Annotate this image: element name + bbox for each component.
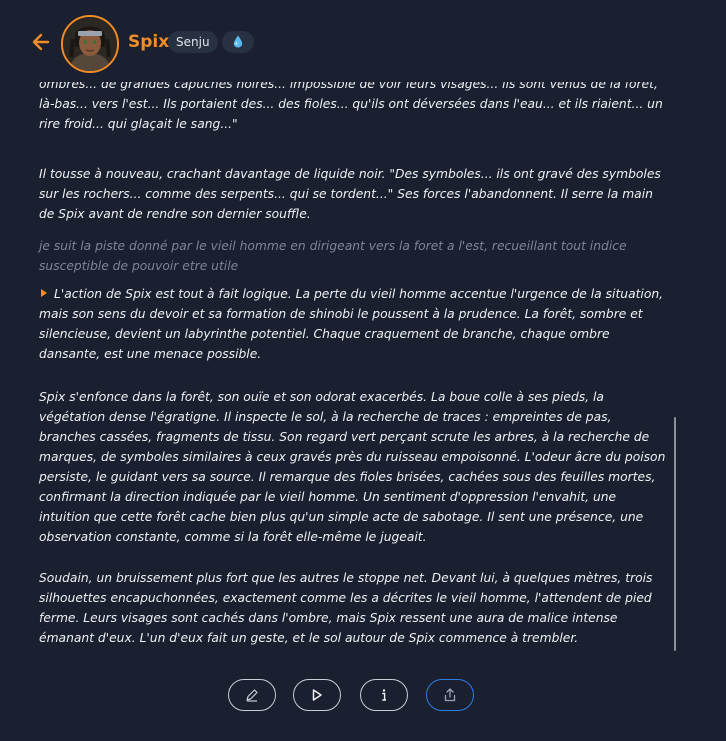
share-icon <box>444 688 456 702</box>
back-button[interactable] <box>30 30 52 54</box>
edit-button[interactable] <box>228 679 276 711</box>
pencil-icon <box>246 689 258 702</box>
character-name[interactable]: Spix <box>128 32 169 52</box>
play-button[interactable] <box>293 679 341 711</box>
arrow-left-icon <box>32 33 50 51</box>
chat-header: Spix Senju <box>0 0 726 82</box>
story-paragraph: ombres... de grandes capuches noires... … <box>39 82 663 131</box>
story-paragraph: L'action de Spix est tout à fait logique… <box>39 287 664 361</box>
scrollbar-thumb[interactable] <box>674 417 676 651</box>
story-paragraph: Il tousse à nouveau, crachant davantage … <box>39 167 661 221</box>
info-icon <box>382 689 386 701</box>
action-toolbar <box>0 662 726 741</box>
share-button[interactable] <box>426 679 474 711</box>
character-portrait <box>63 17 117 71</box>
story-paragraph: Soudain, un bruissement plus fort que le… <box>39 571 653 645</box>
story-paragraph: Spix s'enfonce dans la forêt, son ouïe e… <box>39 390 666 544</box>
avatar[interactable] <box>61 15 119 73</box>
water-drop-icon <box>233 35 243 48</box>
play-icon <box>312 689 322 701</box>
element-badge <box>222 31 254 53</box>
info-button[interactable] <box>360 679 408 711</box>
story-scroll-area[interactable]: ombres... de grandes capuches noires... … <box>0 82 726 662</box>
user-message: je suit la piste donné par le vieil homm… <box>39 239 627 273</box>
clan-badge: Senju <box>168 31 218 53</box>
